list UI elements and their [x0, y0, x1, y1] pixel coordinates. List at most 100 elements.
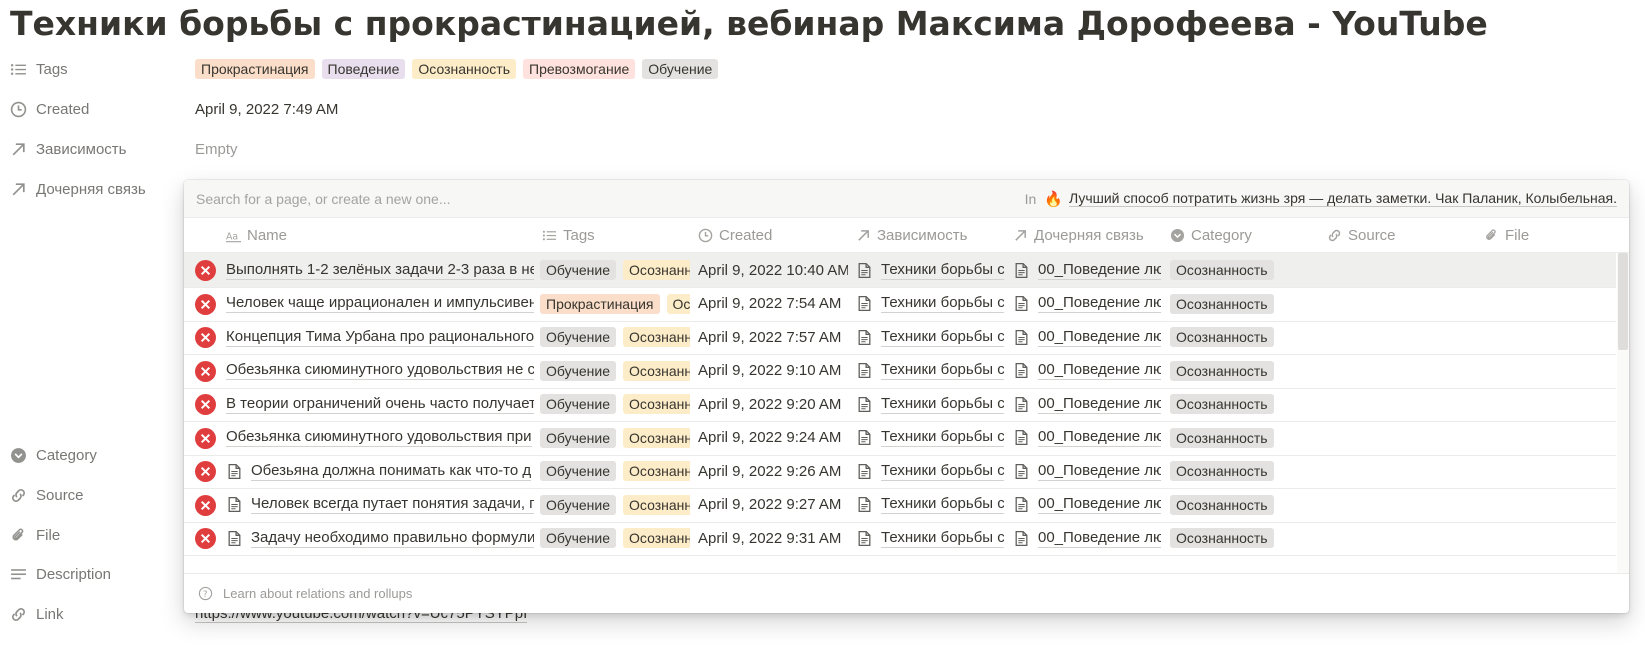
- tags-cell[interactable]: Прокрастинация Осознанность: [540, 287, 690, 321]
- name-cell[interactable]: Обезьяна должна понимать как что-то д: [226, 454, 534, 488]
- property-label-category[interactable]: Category: [10, 447, 195, 464]
- column-header-child[interactable]: Дочерняя связь: [1013, 218, 1144, 253]
- category-cell[interactable]: Осознанность: [1170, 354, 1320, 388]
- tag-pill[interactable]: Превозмогание: [523, 59, 636, 79]
- tags-cell[interactable]: Обучение Осознанность: [540, 421, 690, 455]
- remove-relation-button[interactable]: [195, 260, 216, 281]
- table-row[interactable]: Обезьянка сиюминутного удовольствия при О…: [184, 421, 1616, 456]
- child-cell[interactable]: 00_Поведение людей: [1013, 320, 1161, 354]
- remove-relation-button[interactable]: [195, 427, 216, 449]
- child-cell[interactable]: 00_Поведение людей: [1013, 521, 1161, 555]
- remove-relation-button[interactable]: [195, 360, 216, 382]
- name-cell[interactable]: Концепция Тима Урбана про рационального: [226, 320, 534, 354]
- page-icon: [1015, 295, 1028, 312]
- remove-relation-button[interactable]: [195, 494, 216, 516]
- table-row[interactable]: В теории ограничений очень часто получае…: [184, 387, 1616, 422]
- property-label-child-relation[interactable]: Дочерняя связь: [10, 181, 195, 198]
- tag-pill: Прокрастинация: [540, 293, 660, 314]
- category-cell[interactable]: Осознанность: [1170, 421, 1320, 455]
- column-header-name[interactable]: Aa Name: [226, 218, 287, 253]
- remove-relation-button[interactable]: [195, 528, 216, 549]
- tag-pill[interactable]: Обучение: [642, 59, 719, 79]
- dependency-cell[interactable]: Техники борьбы с прокрастинацией: [856, 354, 1004, 388]
- table-row[interactable]: Концепция Тима Урбана про рационального О…: [184, 320, 1616, 355]
- property-label-source[interactable]: Source: [10, 487, 195, 504]
- tag-pill[interactable]: Осознанность: [412, 59, 516, 79]
- property-label-tags[interactable]: Tags: [10, 61, 195, 78]
- property-label-dependency[interactable]: Зависимость: [10, 141, 195, 158]
- category-cell[interactable]: Осознанность: [1170, 488, 1320, 522]
- dependency-cell[interactable]: Техники борьбы с прокрастинацией: [856, 320, 1004, 354]
- child-cell[interactable]: 00_Поведение людей: [1013, 253, 1161, 287]
- table-row[interactable]: Выполнять 1-2 зелёных задачи 2-3 раза в …: [184, 253, 1616, 288]
- remove-relation-button[interactable]: [195, 461, 216, 482]
- category-cell[interactable]: Осознанность: [1170, 521, 1320, 555]
- table-row[interactable]: Задачу необходимо правильно формули Обуче…: [184, 521, 1616, 556]
- table-row[interactable]: Обезьянка сиюминутного удовольствия не с…: [184, 354, 1616, 389]
- column-header-dependency[interactable]: Зависимость: [856, 218, 967, 253]
- tags-cell[interactable]: Обучение Осознанность: [540, 488, 690, 522]
- dependency-value[interactable]: Empty: [195, 141, 238, 158]
- search-input[interactable]: [196, 190, 1025, 207]
- column-header-created[interactable]: Created: [698, 218, 772, 253]
- tag-pill[interactable]: Поведение: [321, 59, 406, 79]
- dependency-cell[interactable]: Техники борьбы с прокрастинацией: [856, 521, 1004, 555]
- column-header-source[interactable]: Source: [1327, 218, 1396, 253]
- table-row[interactable]: Обезьяна должна понимать как что-то д Обу…: [184, 454, 1616, 489]
- dependency-cell[interactable]: Техники борьбы с прокрастинацией: [856, 488, 1004, 522]
- name-cell[interactable]: Выполнять 1-2 зелёных задачи 2-3 раза в …: [226, 253, 534, 287]
- child-cell[interactable]: 00_Поведение людей: [1013, 421, 1161, 455]
- tags-cell[interactable]: Обучение Осознанность: [540, 354, 690, 388]
- dependency-cell[interactable]: Техники борьбы с прокрастинацией: [856, 387, 1004, 421]
- dependency-cell[interactable]: Техники борьбы с прокрастинацией: [856, 454, 1004, 488]
- category-cell[interactable]: Осознанность: [1170, 287, 1320, 321]
- child-cell[interactable]: 00_Поведение людей: [1013, 387, 1161, 421]
- property-created: Created April 9, 2022 7:49 AM: [10, 94, 338, 124]
- created-text: April 9, 2022 9:27 AM: [698, 496, 842, 513]
- category-cell[interactable]: Осознанность: [1170, 387, 1320, 421]
- popup-search-bar: In 🔥 Лучший способ потратить жизнь зря —…: [184, 180, 1629, 218]
- remove-relation-button[interactable]: [195, 394, 216, 415]
- dependency-cell[interactable]: Техники борьбы с прокрастинацией: [856, 421, 1004, 455]
- column-header-tags[interactable]: Tags: [542, 218, 595, 253]
- learn-relations-link[interactable]: Learn about relations and rollups: [223, 586, 412, 601]
- child-cell[interactable]: 00_Поведение людей: [1013, 287, 1161, 321]
- tags-value[interactable]: Прокрастинация Поведение Осознанность Прево…: [195, 59, 725, 79]
- category-cell[interactable]: Осознанность: [1170, 320, 1320, 354]
- child-cell[interactable]: 00_Поведение людей: [1013, 354, 1161, 388]
- column-header-category[interactable]: Category: [1170, 218, 1252, 253]
- name-cell[interactable]: В теории ограничений очень часто получае…: [226, 387, 534, 421]
- tag-pill[interactable]: Прокрастинация: [195, 59, 315, 79]
- table-row[interactable]: Человек всегда путает понятия задачи, г О…: [184, 488, 1616, 523]
- remove-relation-button[interactable]: [195, 327, 216, 348]
- tags-cell[interactable]: Обучение Осознанность: [540, 387, 690, 421]
- tag-pill: Осознанность: [623, 494, 690, 515]
- dependency-cell[interactable]: Техники борьбы с прокрастинацией: [856, 287, 1004, 321]
- category-cell[interactable]: Осознанность: [1170, 253, 1320, 287]
- tags-cell[interactable]: Обучение Осознанность: [540, 521, 690, 555]
- category-cell[interactable]: Осознанность: [1170, 454, 1320, 488]
- child-cell[interactable]: 00_Поведение людей: [1013, 488, 1161, 522]
- property-label-link[interactable]: Link: [10, 606, 195, 623]
- child-cell[interactable]: 00_Поведение людей: [1013, 454, 1161, 488]
- property-label-description[interactable]: Description: [10, 566, 195, 583]
- page-icon: [858, 530, 871, 546]
- name-cell[interactable]: Обезьянка сиюминутного удовольствия при: [226, 421, 534, 455]
- tags-cell[interactable]: Обучение Осознанность: [540, 320, 690, 354]
- created-text: April 9, 2022 10:40 AM: [698, 261, 848, 279]
- dependency-cell[interactable]: Техники борьбы с прокрастинацией: [856, 253, 1004, 287]
- tags-cell[interactable]: Обучение Осознанность: [540, 253, 690, 287]
- column-header-file[interactable]: File: [1484, 218, 1529, 253]
- database-link[interactable]: Лучший способ потратить жизнь зря — дела…: [1068, 190, 1617, 207]
- property-label-file[interactable]: File: [10, 527, 195, 544]
- name-cell[interactable]: Обезьянка сиюминутного удовольствия не с: [226, 354, 534, 388]
- remove-relation-button[interactable]: [195, 293, 216, 315]
- name-cell[interactable]: Человек всегда путает понятия задачи, г: [226, 488, 534, 522]
- table-row[interactable]: Человек чаще иррационален и импульсивен П…: [184, 287, 1616, 322]
- property-label-created[interactable]: Created: [10, 101, 195, 118]
- scrollbar-thumb[interactable]: [1618, 253, 1628, 350]
- page-icon: [1015, 429, 1028, 446]
- name-cell[interactable]: Задачу необходимо правильно формули: [226, 521, 534, 555]
- tags-cell[interactable]: Обучение Осознанность: [540, 454, 690, 488]
- name-cell[interactable]: Человек чаще иррационален и импульсивен: [226, 287, 534, 321]
